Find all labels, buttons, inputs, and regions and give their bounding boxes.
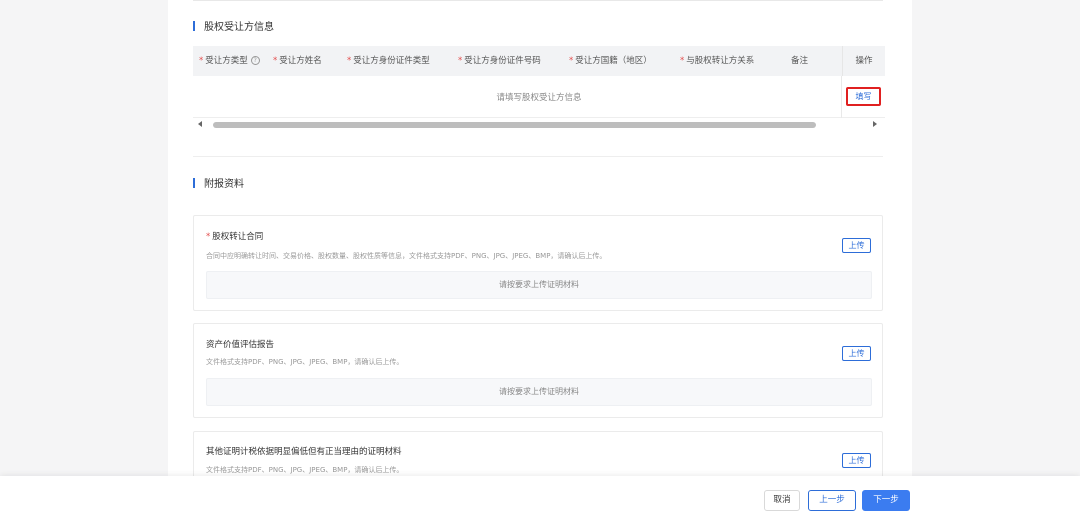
required-star: *	[458, 56, 463, 66]
col-header-transferee-type: * 受让方类型?	[199, 46, 260, 76]
upload-drop-zone[interactable]: 请按要求上传证明材料	[206, 378, 872, 406]
col-header-id-type: * 受让方身份证件类型	[347, 56, 430, 66]
upload-button[interactable]: 上传	[842, 453, 871, 468]
attachment-description: 合同中应明确转让时间、交易价格、股权数量、股权性质等信息，文件格式支持PDF、P…	[206, 252, 607, 260]
required-star: *	[273, 56, 278, 66]
attachments-section-title-text: 附报资料	[204, 179, 244, 190]
attachment-card-transfer-contract: * 股权转让合同 合同中应明确转让时间、交易价格、股权数量、股权性质等信息，文件格…	[193, 215, 883, 311]
col-header-remark: 备注	[791, 56, 809, 66]
section-divider	[193, 156, 883, 157]
transferee-section-title: 股权受让方信息	[193, 18, 274, 33]
required-star: *	[680, 56, 685, 66]
cancel-button[interactable]: 取消	[764, 490, 800, 511]
col-header-id-number: * 受让方身份证件号码	[458, 56, 541, 66]
section-accent-bar	[193, 20, 195, 31]
scroll-left-arrow-icon[interactable]	[198, 121, 202, 127]
col-header-transferee-name: * 受让方姓名	[273, 56, 322, 66]
upload-button[interactable]: 上传	[842, 346, 871, 361]
scrollbar-thumb[interactable]	[213, 122, 816, 128]
fill-button[interactable]: 填写	[846, 87, 881, 106]
attachments-section-title: 附报资料	[193, 175, 244, 190]
footer-bar	[0, 476, 1080, 524]
required-star: *	[199, 56, 204, 66]
col-header-relationship: * 与股权转让方关系	[680, 56, 755, 66]
attachment-title: 其他证明计税依据明显偏低但有正当理由的证明材料	[206, 447, 402, 457]
col-header-nationality: * 受让方国籍（地区）	[569, 56, 652, 66]
next-step-button[interactable]: 下一步	[862, 490, 910, 511]
top-divider	[193, 0, 883, 1]
scroll-right-arrow-icon[interactable]	[873, 121, 877, 127]
upload-drop-zone[interactable]: 请按要求上传证明材料	[206, 271, 872, 299]
attachment-title: 资产价值评估报告	[206, 340, 275, 350]
upload-button[interactable]: 上传	[842, 238, 871, 253]
section-accent-bar	[193, 177, 195, 188]
attachment-description: 文件格式支持PDF、PNG、JPG、JPEG、BMP，请确认后上传。	[206, 466, 404, 474]
required-star: *	[347, 56, 352, 66]
transferee-table-header: * 受让方类型? * 受让方姓名 * 受让方身份证件类型 * 受让方身份证件号码 * 受让…	[193, 46, 885, 76]
empty-table-message: 请填写股权受让方信息	[496, 93, 582, 103]
transferee-section-title-text: 股权受让方信息	[204, 22, 274, 33]
required-star: *	[569, 56, 574, 66]
attachment-card-asset-valuation: 资产价值评估报告 文件格式支持PDF、PNG、JPG、JPEG、BMP，请确认后…	[193, 323, 883, 418]
horizontal-scrollbar[interactable]	[198, 118, 883, 131]
attachment-description: 文件格式支持PDF、PNG、JPG、JPEG、BMP，请确认后上传。	[206, 358, 404, 366]
attachment-title: * 股权转让合同	[206, 232, 264, 242]
col-header-operation: 操作	[842, 46, 885, 76]
required-star: *	[206, 232, 211, 242]
help-question-icon[interactable]: ?	[250, 56, 260, 65]
previous-step-button[interactable]: 上一步	[808, 490, 856, 511]
